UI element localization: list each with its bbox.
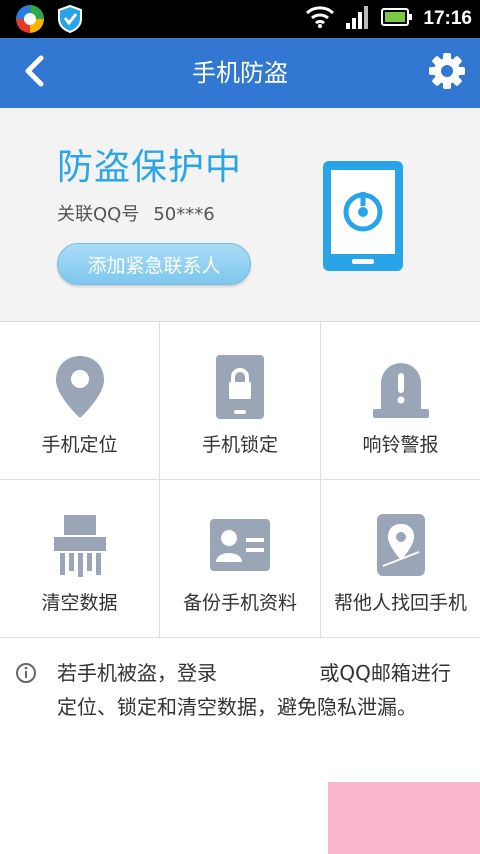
status-left-icons <box>12 2 84 40</box>
feature-label: 手机锁定 <box>201 434 278 456</box>
settings-button[interactable] <box>426 52 468 94</box>
info-text-before: 若手机被盗，登录 <box>57 661 217 685</box>
info-icon <box>15 662 37 688</box>
location-pin-icon <box>54 352 106 422</box>
battery-icon <box>381 7 413 31</box>
feature-label: 响铃警报 <box>362 434 439 456</box>
app-logo-icon <box>12 2 48 40</box>
protection-status-title: 防盗保护中 <box>57 147 243 188</box>
lock-phone-icon <box>214 352 266 422</box>
feature-lock-phone[interactable]: 手机锁定 <box>160 322 321 480</box>
signal-icon <box>345 4 371 34</box>
wifi-icon <box>305 5 335 33</box>
status-right-icons: 17:16 <box>305 0 472 38</box>
feature-ring-alarm[interactable]: 响铃警报 <box>321 322 480 480</box>
feature-label: 备份手机资料 <box>182 592 297 614</box>
chevron-left-icon <box>22 55 46 91</box>
feature-label: 清空数据 <box>41 592 118 614</box>
contact-card-icon <box>209 510 271 580</box>
add-emergency-contact-button[interactable]: 添加紧急联系人 <box>57 243 251 285</box>
qq-label: 关联QQ号 <box>57 204 140 225</box>
feature-locate-phone[interactable]: 手机定位 <box>0 322 160 480</box>
info-section: 若手机被盗，登录 或QQ邮箱进行定位、锁定和清空数据，避免隐私泄漏。 <box>0 638 480 854</box>
feature-grid: 手机定位 手机锁定 响铃警报 清空数据 备份手机资料 帮他人找回手机 <box>0 322 480 638</box>
feature-label: 帮他人找回手机 <box>333 592 467 614</box>
clock-time: 17:16 <box>423 8 472 29</box>
feature-help-find-phone[interactable]: 帮他人找回手机 <box>321 480 480 638</box>
back-button[interactable] <box>14 53 54 93</box>
linked-qq-info: 关联QQ号 50***6 <box>57 200 215 226</box>
title-bar: 手机防盗 <box>0 38 480 108</box>
gear-icon <box>428 52 466 94</box>
corner-overlay <box>328 782 480 854</box>
qq-number: 50***6 <box>153 204 215 225</box>
feature-wipe-data[interactable]: 清空数据 <box>0 480 160 638</box>
shield-icon <box>56 4 84 38</box>
shredder-icon <box>52 510 108 580</box>
alarm-bell-icon <box>371 352 431 422</box>
status-bar: 17:16 <box>0 0 480 38</box>
protected-phone-icon <box>322 160 404 276</box>
feature-backup-data[interactable]: 备份手机资料 <box>160 480 321 638</box>
protection-status-panel: 防盗保护中 关联QQ号 50***6 添加紧急联系人 <box>0 108 480 322</box>
phone-location-icon <box>375 510 427 580</box>
feature-label: 手机定位 <box>41 434 118 456</box>
page-title: 手机防盗 <box>192 59 288 87</box>
info-text: 若手机被盗，登录 或QQ邮箱进行定位、锁定和清空数据，避免隐私泄漏。 <box>57 656 457 724</box>
